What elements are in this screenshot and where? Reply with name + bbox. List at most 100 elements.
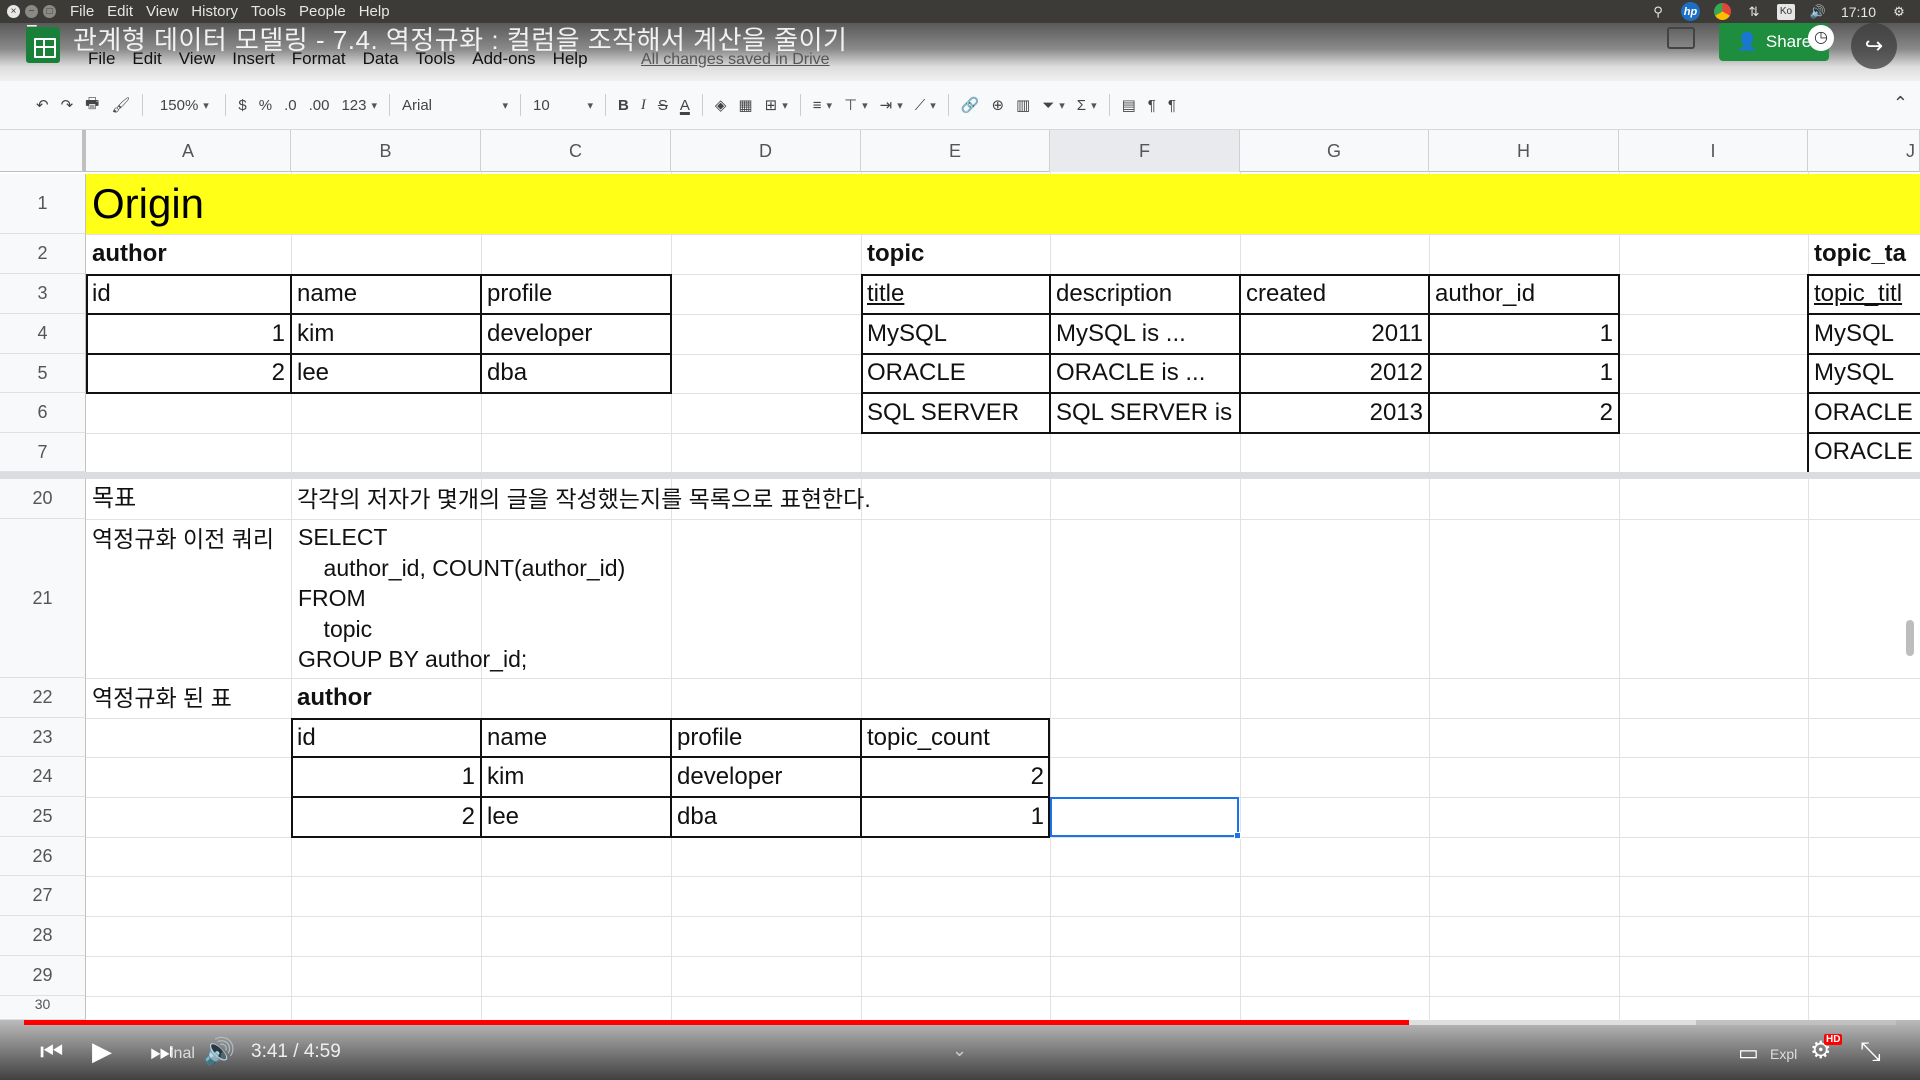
row-header-27[interactable]: 27 (0, 876, 86, 916)
chevron-down-icon[interactable]: ⌄ (952, 1040, 967, 1061)
watch-later-icon[interactable]: ◷ (1808, 25, 1834, 51)
fill-handle[interactable] (1234, 832, 1241, 839)
comments-icon[interactable] (1667, 27, 1695, 49)
hp-icon[interactable]: hp (1680, 2, 1700, 21)
column-header-g[interactable]: G (1240, 130, 1429, 172)
save-status-link[interactable]: All changes saved in Drive (641, 51, 830, 69)
denorm-cell-id[interactable]: 1 (291, 758, 481, 796)
topic-cell-description[interactable]: MySQL is ... (1050, 315, 1240, 353)
denorm-cell-profile[interactable]: developer (671, 758, 861, 796)
menu-addons[interactable]: Add-ons (472, 49, 535, 69)
row-header-6[interactable]: 6 (0, 393, 86, 433)
maximize-window-icon[interactable]: □ (43, 5, 56, 18)
menu-help[interactable]: Help (553, 49, 588, 69)
text-rotation-icon[interactable]: ⟋ (909, 90, 942, 120)
zoom-select[interactable]: 150% (149, 90, 219, 120)
author-cell-id[interactable]: 1 (86, 315, 291, 353)
denorm-cell-name[interactable]: kim (481, 758, 671, 796)
query-label[interactable]: 역정규화 이전 쿼리 (86, 520, 291, 558)
column-header-c[interactable]: C (481, 130, 671, 172)
input-method-indicator[interactable]: Ko (1776, 3, 1795, 20)
column-header-b[interactable]: B (291, 130, 481, 172)
menu-tools[interactable]: Tools (416, 49, 456, 69)
system-clock[interactable]: 17:10 (1841, 4, 1876, 20)
row-header-21[interactable]: 21 (0, 519, 86, 678)
insert-link-icon[interactable]: 🔗 (955, 90, 986, 120)
fill-color-icon[interactable]: ◈ (709, 90, 733, 120)
topic-cell-created[interactable]: 2013 (1240, 394, 1429, 432)
location-icon[interactable]: ⚲ (1649, 4, 1667, 20)
row-header-5[interactable]: 5 (0, 354, 86, 393)
column-header-h[interactable]: H (1429, 130, 1619, 172)
origin-title[interactable]: Origin (92, 174, 204, 234)
filter-icon[interactable]: ⏷ (1036, 90, 1071, 120)
menu-insert[interactable]: Insert (232, 49, 275, 69)
horizontal-align-icon[interactable]: ≡ (807, 90, 838, 120)
row-header-23[interactable]: 23 (0, 718, 86, 757)
author-table-caption[interactable]: author (86, 235, 291, 273)
topic-cell-author-id[interactable]: 2 (1429, 394, 1619, 432)
topic-cell-title[interactable]: SQL SERVER (861, 394, 1050, 432)
row-header-22[interactable]: 22 (0, 678, 86, 718)
row-header-3[interactable]: 3 (0, 274, 86, 314)
topic-tag-cell[interactable]: ORACLE (1808, 394, 1920, 432)
topic-cell-description[interactable]: ORACLE is ... (1050, 354, 1240, 392)
topic-cell-author-id[interactable]: 1 (1429, 315, 1619, 353)
undo-icon[interactable]: ↶ (30, 90, 55, 120)
menu-format[interactable]: Format (292, 49, 346, 69)
denorm-cell-profile[interactable]: dba (671, 798, 861, 836)
video-share-icon[interactable]: ↪ (1851, 23, 1897, 69)
play-icon[interactable]: ▶ (92, 1036, 112, 1067)
close-window-icon[interactable]: × (7, 5, 20, 18)
column-header-f[interactable]: F (1050, 130, 1240, 172)
print-icon[interactable]: 🖶 (79, 90, 105, 120)
settings-gear-icon[interactable]: ⚙ (1890, 4, 1908, 20)
column-header-d[interactable]: D (671, 130, 861, 172)
frozen-rows-divider[interactable] (0, 472, 1920, 479)
topic-cell-description[interactable]: SQL SERVER is (1050, 394, 1240, 432)
increase-decimal-button[interactable]: .00 (303, 90, 336, 120)
insert-comment-icon[interactable]: ⊕ (985, 90, 1010, 120)
row-header-24[interactable]: 24 (0, 757, 86, 797)
redo-icon[interactable]: ↷ (55, 90, 80, 120)
select-all-corner[interactable] (0, 130, 86, 172)
text-wrapping-icon[interactable]: ⇥ (874, 90, 909, 120)
previous-icon[interactable]: ⏮ (40, 1036, 63, 1068)
volume-icon[interactable]: 🔊 (1809, 4, 1827, 20)
denorm-header-id[interactable]: id (291, 719, 481, 757)
row-header-2[interactable]: 2 (0, 234, 86, 274)
query-code[interactable]: SELECT author_id, COUNT(author_id) FROM t… (291, 522, 861, 675)
menu-data[interactable]: Data (363, 49, 399, 69)
author-header-profile[interactable]: profile (481, 275, 671, 313)
topic-cell-author-id[interactable]: 1 (1429, 354, 1619, 392)
denorm-header-profile[interactable]: profile (671, 719, 861, 757)
topic-cell-created[interactable]: 2011 (1240, 315, 1429, 353)
row-header-4[interactable]: 4 (0, 314, 86, 354)
os-menu-people[interactable]: People (299, 3, 346, 20)
strikethrough-button[interactable]: S (652, 90, 674, 120)
percent-format-button[interactable]: % (253, 90, 278, 120)
author-cell-profile[interactable]: developer (481, 315, 671, 353)
topic-tag-cell[interactable]: ORACLE (1808, 433, 1920, 471)
column-header-a[interactable]: A (86, 130, 291, 172)
vertical-align-icon[interactable]: ⊤ (838, 90, 874, 120)
sheets-logo-icon[interactable] (26, 27, 60, 63)
denorm-label[interactable]: 역정규화 된 표 (86, 679, 291, 717)
selected-cell-f25[interactable] (1050, 797, 1239, 837)
topic-tag-cell[interactable]: MySQL (1808, 354, 1920, 392)
network-icon[interactable]: ⇅ (1745, 4, 1763, 20)
author-header-id[interactable]: id (86, 275, 291, 313)
row-header-30[interactable]: 30 (0, 996, 86, 1020)
denorm-header-topic-count[interactable]: topic_count (861, 719, 1050, 757)
paint-format-icon[interactable]: 🖌 (105, 90, 136, 120)
author-header-name[interactable]: name (291, 275, 481, 313)
more-formats-select[interactable]: 123 (335, 90, 383, 120)
topic-header-title[interactable]: title (861, 275, 1050, 313)
denorm-header-name[interactable]: name (481, 719, 671, 757)
topic-header-author-id[interactable]: author_id (1429, 275, 1619, 313)
topic-cell-title[interactable]: MySQL (861, 315, 1050, 353)
column-header-i[interactable]: I (1619, 130, 1808, 172)
bold-button[interactable]: B (612, 90, 635, 120)
denorm-cell-name[interactable]: lee (481, 798, 671, 836)
rtl-icon[interactable]: ¶ (1162, 90, 1182, 120)
